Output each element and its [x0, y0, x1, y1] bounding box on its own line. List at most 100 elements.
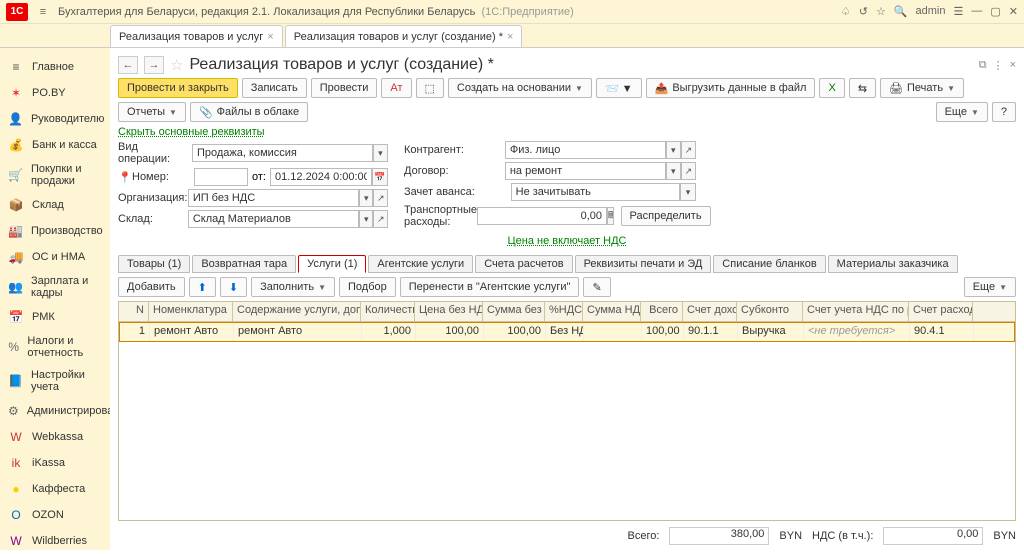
user-label[interactable]: admin — [916, 5, 946, 18]
tab-close-icon[interactable]: × — [507, 31, 513, 43]
sidebar-item[interactable]: ✶PO.BY — [0, 80, 110, 106]
cell[interactable] — [584, 323, 642, 341]
star-icon[interactable]: ☆ — [876, 5, 886, 18]
tab-1[interactable]: Реализация товаров и услуг× — [110, 25, 283, 47]
history-icon[interactable]: ↺ — [859, 5, 868, 18]
dd-icon[interactable]: ▾ — [666, 162, 681, 180]
upload-button[interactable]: 📤 Выгрузить данные в файл — [646, 78, 816, 98]
col-header[interactable]: Сумма без НДС — [483, 302, 545, 321]
add-button[interactable]: Добавить — [118, 277, 185, 297]
options-icon[interactable]: ⋮ — [993, 59, 1004, 72]
sidebar-item[interactable]: 🏭Производство — [0, 218, 110, 244]
table-row[interactable]: 1ремонт Авторемонт Авто1,000100,00100,00… — [119, 322, 1015, 342]
number-input[interactable] — [194, 168, 248, 186]
contragent-select[interactable]: Физ. лицо — [505, 141, 666, 159]
calendar-icon[interactable]: 📅 — [372, 168, 388, 186]
detach-icon[interactable]: ⧉ — [979, 59, 987, 72]
contract-select[interactable]: на ремонт — [505, 162, 666, 180]
dd-icon[interactable]: ▾ — [359, 210, 374, 228]
col-header[interactable]: %НДС — [545, 302, 583, 321]
sidebar-item[interactable]: 👤Руководителю — [0, 106, 110, 132]
dd-icon[interactable]: ▾ — [373, 144, 388, 162]
menu-icon[interactable]: ☰ — [954, 5, 964, 18]
col-header[interactable]: Счет доходов — [683, 302, 737, 321]
tab-close-icon[interactable]: × — [267, 31, 273, 43]
close-page-icon[interactable]: × — [1010, 59, 1016, 72]
col-header[interactable]: Цена без НДС — [415, 302, 483, 321]
calc-icon[interactable]: 🖩 — [607, 207, 614, 225]
cell[interactable]: ремонт Авто — [150, 323, 234, 341]
col-header[interactable]: Всего — [641, 302, 683, 321]
help-button[interactable]: ? — [992, 102, 1016, 122]
sidebar-item[interactable]: WWebkassa — [0, 424, 110, 450]
pin-icon[interactable]: 📍 — [118, 171, 132, 184]
sidebar-item[interactable]: 💰Банк и касса — [0, 132, 110, 158]
col-header[interactable]: Содержание услуги, доп. сведения — [233, 302, 361, 321]
create-basis-button[interactable]: Создать на основании▼ — [448, 78, 592, 98]
doc-tab[interactable]: Услуги (1) — [298, 255, 366, 273]
cell[interactable]: <не требуется> — [804, 323, 910, 341]
doc-tab[interactable]: Материалы заказчика — [828, 255, 958, 273]
tab-2[interactable]: Реализация товаров и услуг (создание) *× — [285, 25, 523, 47]
doc-tab[interactable]: Товары (1) — [118, 255, 190, 273]
wh-select[interactable]: Склад Материалов — [188, 210, 359, 228]
open-icon[interactable]: ↗ — [373, 189, 388, 207]
sidebar-item[interactable]: ⚙Администрирование — [0, 398, 110, 424]
bell-icon[interactable]: ♤ — [841, 5, 851, 18]
cell[interactable]: 1 — [120, 323, 150, 341]
col-header[interactable]: Номенклатура — [149, 302, 233, 321]
struct-button[interactable]: ⬚ — [416, 78, 444, 98]
more-button[interactable]: Еще▼ — [936, 102, 988, 122]
cell[interactable]: 90.4.1 — [910, 323, 974, 341]
print-button[interactable]: 🖨 Печать▼ — [880, 78, 964, 98]
sidebar-item[interactable]: 📘Настройки учета — [0, 364, 110, 398]
dd-icon[interactable]: ▾ — [680, 183, 696, 201]
edit-grid-button[interactable]: ✎ — [583, 277, 610, 297]
col-header[interactable]: N — [119, 302, 149, 321]
dd-icon[interactable]: ▾ — [359, 189, 374, 207]
sidebar-item[interactable]: 📅РМК — [0, 304, 110, 330]
hide-main-link[interactable]: Скрыть основные реквизиты — [118, 126, 265, 138]
edo-button[interactable]: 📨 ▼ — [596, 78, 642, 98]
sidebar-item[interactable]: %Налоги и отчетность — [0, 330, 110, 364]
date-input[interactable] — [270, 168, 372, 186]
sidebar-item[interactable]: 🚚ОС и НМА — [0, 244, 110, 270]
close-icon[interactable]: ✕ — [1009, 5, 1018, 18]
cell[interactable]: Выручка — [738, 323, 804, 341]
col-header[interactable]: Сумма НДС — [583, 302, 641, 321]
cell[interactable]: 100,00 — [642, 323, 684, 341]
advance-select[interactable]: Не зачитывать — [511, 183, 680, 201]
pick-button[interactable]: Подбор — [339, 277, 396, 297]
search-icon[interactable]: 🔍 — [894, 5, 908, 18]
cell[interactable]: 100,00 — [416, 323, 484, 341]
cell[interactable]: 1,000 — [362, 323, 416, 341]
sidebar-item[interactable]: 👥Зарплата и кадры — [0, 270, 110, 304]
fav-icon[interactable]: ☆ — [170, 56, 183, 74]
burger-icon[interactable]: ≡ — [34, 6, 52, 18]
sidebar-item[interactable]: ≡Главное — [0, 54, 110, 80]
doc-tab[interactable]: Счета расчетов — [475, 255, 572, 273]
doc-tab[interactable]: Возвратная тара — [192, 255, 296, 273]
grid-more-button[interactable]: Еще▼ — [964, 277, 1016, 297]
sidebar-item[interactable]: OOZON — [0, 502, 110, 528]
transport-input[interactable] — [477, 207, 607, 225]
compare-button[interactable]: ⇆ — [849, 78, 876, 98]
cell[interactable]: ремонт Авто — [234, 323, 362, 341]
sidebar-item[interactable]: 📦Склад — [0, 192, 110, 218]
open-icon[interactable]: ↗ — [373, 210, 388, 228]
sidebar-item[interactable]: 🛒Покупки и продажи — [0, 158, 110, 192]
dd-icon[interactable]: ▾ — [666, 141, 681, 159]
sidebar-item[interactable]: ikiKassa — [0, 450, 110, 476]
cell[interactable]: 90.1.1 — [684, 323, 738, 341]
dtkt-button[interactable]: Ат — [381, 78, 411, 98]
open-icon[interactable]: ↗ — [681, 162, 696, 180]
excel-button[interactable]: X — [819, 78, 844, 98]
files-button[interactable]: 📎 Файлы в облаке — [190, 102, 308, 122]
minimize-icon[interactable]: — — [971, 5, 982, 18]
vat-link[interactable]: Цена не включает НДС — [508, 235, 627, 247]
op-type-select[interactable]: Продажа, комиссия — [192, 144, 373, 162]
sidebar-item[interactable]: WWildberries — [0, 528, 110, 554]
col-header[interactable]: Счет учета НДС по реализации — [803, 302, 909, 321]
col-header[interactable]: Счет расходов — [909, 302, 973, 321]
distribute-button[interactable]: Распределить — [621, 206, 711, 226]
